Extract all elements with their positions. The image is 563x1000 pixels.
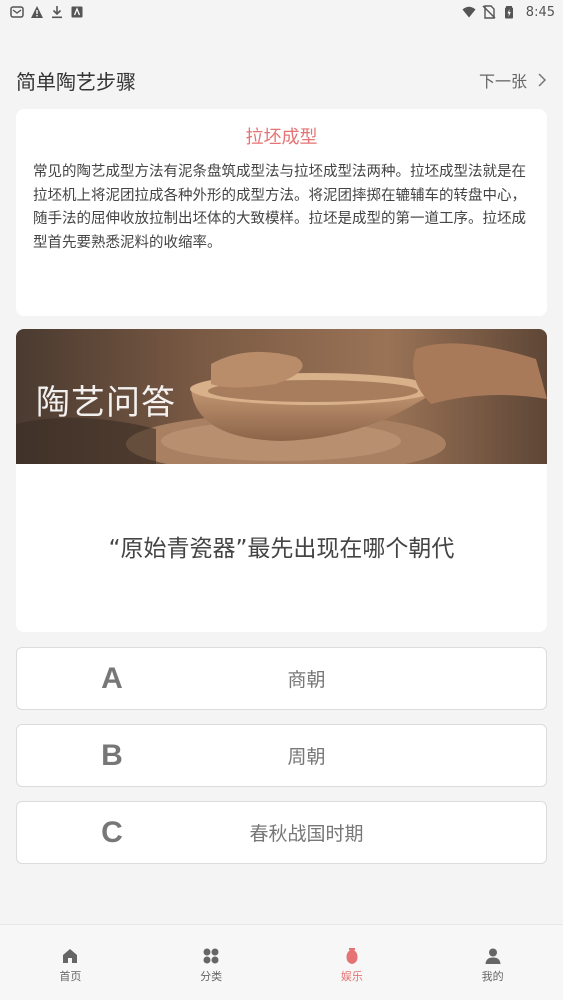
option-letter: C <box>101 815 123 849</box>
quiz-question: “原始青瓷器”最先出现在哪个朝代 <box>108 536 455 562</box>
bottom-nav: 首页 分类 娱乐 我的 <box>0 924 563 1000</box>
nav-label: 分类 <box>200 970 223 983</box>
home-icon <box>63 949 78 963</box>
nav-item-category[interactable]: 分类 <box>141 925 282 1000</box>
status-left <box>10 5 84 19</box>
status-time: 8:45 <box>525 4 555 20</box>
vase-icon <box>346 948 358 964</box>
next-button[interactable]: 下一张 <box>479 68 547 92</box>
nav-item-home[interactable]: 首页 <box>0 925 141 1000</box>
status-bar: 8:45 <box>0 0 563 24</box>
option-letter: A <box>101 661 123 695</box>
download-icon <box>52 6 62 19</box>
section-header: 简单陶艺步骤 下一张 <box>16 64 547 96</box>
option-c[interactable]: C 春秋战国时期 <box>16 801 547 864</box>
nav-label: 娱乐 <box>340 970 363 983</box>
step-title: 拉坯成型 <box>245 127 318 148</box>
nav-label: 我的 <box>481 970 504 983</box>
step-description: 常见的陶艺成型方法有泥条盘筑成型法与拉坯成型法两种。拉坯成型法就是在拉坯机上将泥… <box>33 164 526 251</box>
warning-icon <box>31 6 43 18</box>
page-title: 简单陶艺步骤 <box>16 69 136 94</box>
option-text: 周朝 <box>287 746 326 768</box>
notification-icon <box>10 6 24 18</box>
nav-item-profile[interactable]: 我的 <box>422 925 563 1000</box>
banner-label: 陶艺问答 <box>36 383 176 423</box>
no-sim-icon <box>482 5 496 19</box>
nav-label: 首页 <box>59 970 82 983</box>
chevron-right-icon <box>538 73 547 87</box>
category-icon <box>203 948 219 964</box>
nav-item-entertainment[interactable]: 娱乐 <box>282 925 423 1000</box>
wifi-icon <box>462 6 476 18</box>
battery-icon <box>504 6 513 19</box>
option-letter: B <box>101 738 123 772</box>
option-text: 商朝 <box>287 669 326 691</box>
app-icon <box>71 6 83 18</box>
status-right: 8:45 <box>462 5 555 20</box>
step-card: 拉坯成型 常见的陶艺成型方法有泥条盘筑成型法与拉坯成型法两种。拉坯成型法就是在拉… <box>16 109 547 316</box>
option-text: 春秋战国时期 <box>249 823 364 845</box>
quiz-card: 陶艺问答 “原始青瓷器”最先出现在哪个朝代 <box>16 329 547 632</box>
user-icon <box>485 948 501 964</box>
option-b[interactable]: B 周朝 <box>16 724 547 787</box>
option-a[interactable]: A 商朝 <box>16 647 547 710</box>
next-button-label: 下一张 <box>478 72 527 91</box>
